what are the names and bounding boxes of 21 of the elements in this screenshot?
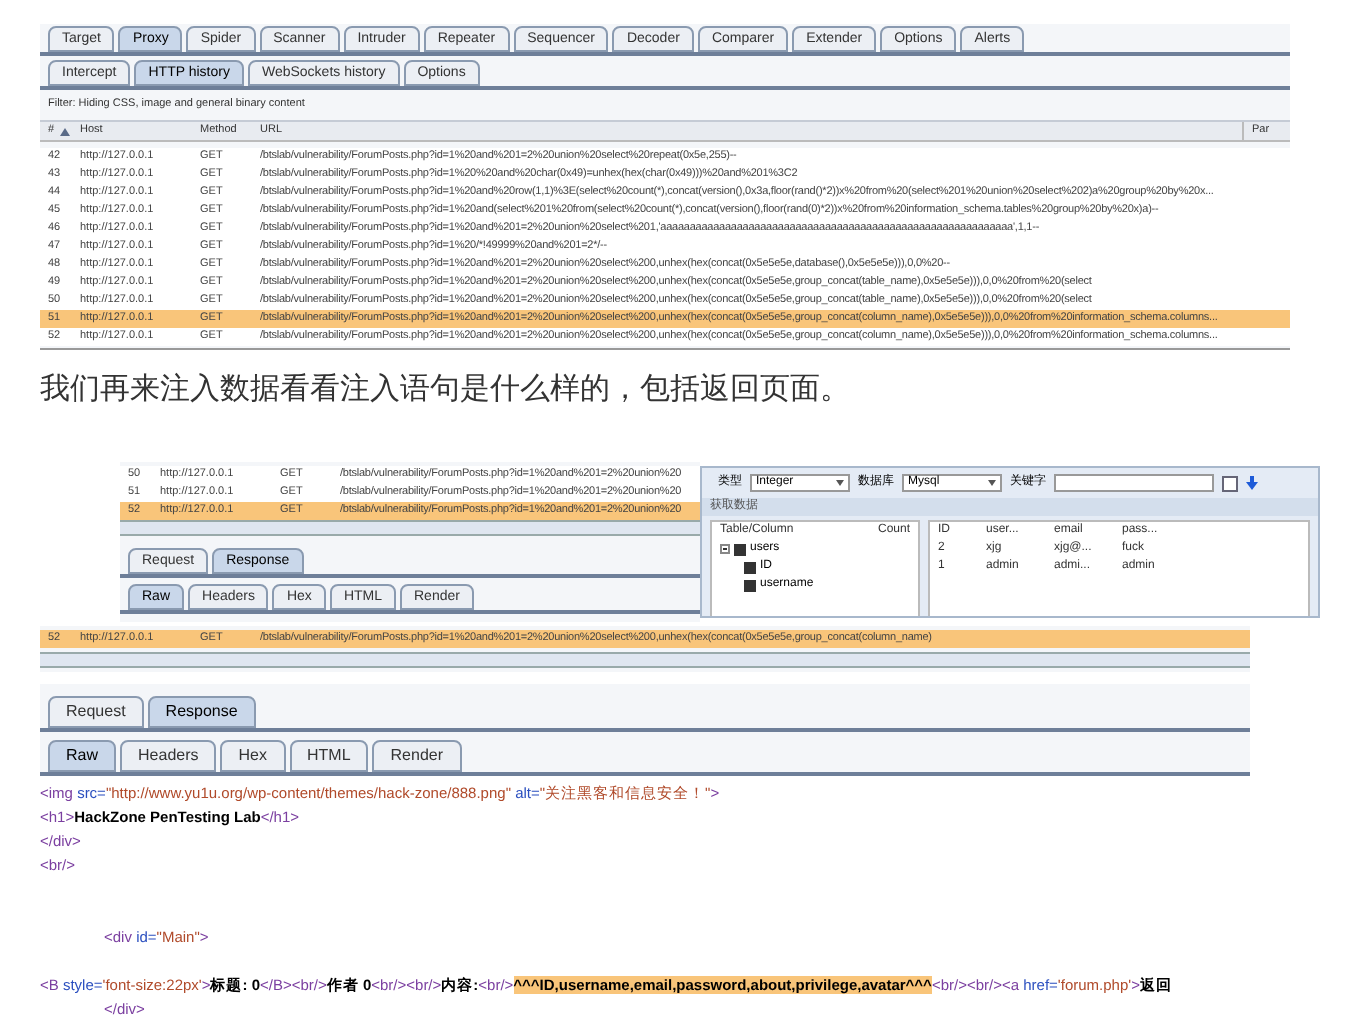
caret-icon — [988, 480, 996, 486]
checkbox[interactable] — [744, 561, 756, 573]
article-paragraph: 我们再来注入数据看看注入语句是什么样的，包括返回页面。 — [40, 370, 850, 410]
down-arrow-icon[interactable] — [1246, 476, 1258, 490]
tab[interactable]: Raw — [48, 740, 117, 772]
sort-icon — [60, 127, 70, 135]
tab[interactable]: Request — [48, 696, 144, 728]
minus-icon[interactable] — [720, 544, 730, 554]
tab[interactable]: Headers — [120, 740, 217, 772]
tab[interactable]: Response — [147, 696, 256, 728]
horizontal-scrollbar[interactable] — [120, 520, 700, 536]
grid-icon[interactable] — [1222, 475, 1238, 491]
checkbox[interactable] — [734, 543, 746, 555]
history-row[interactable] — [40, 310, 1290, 328]
horizontal-scrollbar[interactable] — [40, 652, 1250, 668]
caret-icon — [836, 480, 844, 486]
tab[interactable]: Render — [372, 740, 462, 772]
keyword-field[interactable] — [1054, 474, 1214, 492]
checkbox[interactable] — [744, 579, 756, 591]
tab[interactable]: HTML — [289, 740, 369, 772]
tab[interactable]: Hex — [220, 740, 285, 772]
